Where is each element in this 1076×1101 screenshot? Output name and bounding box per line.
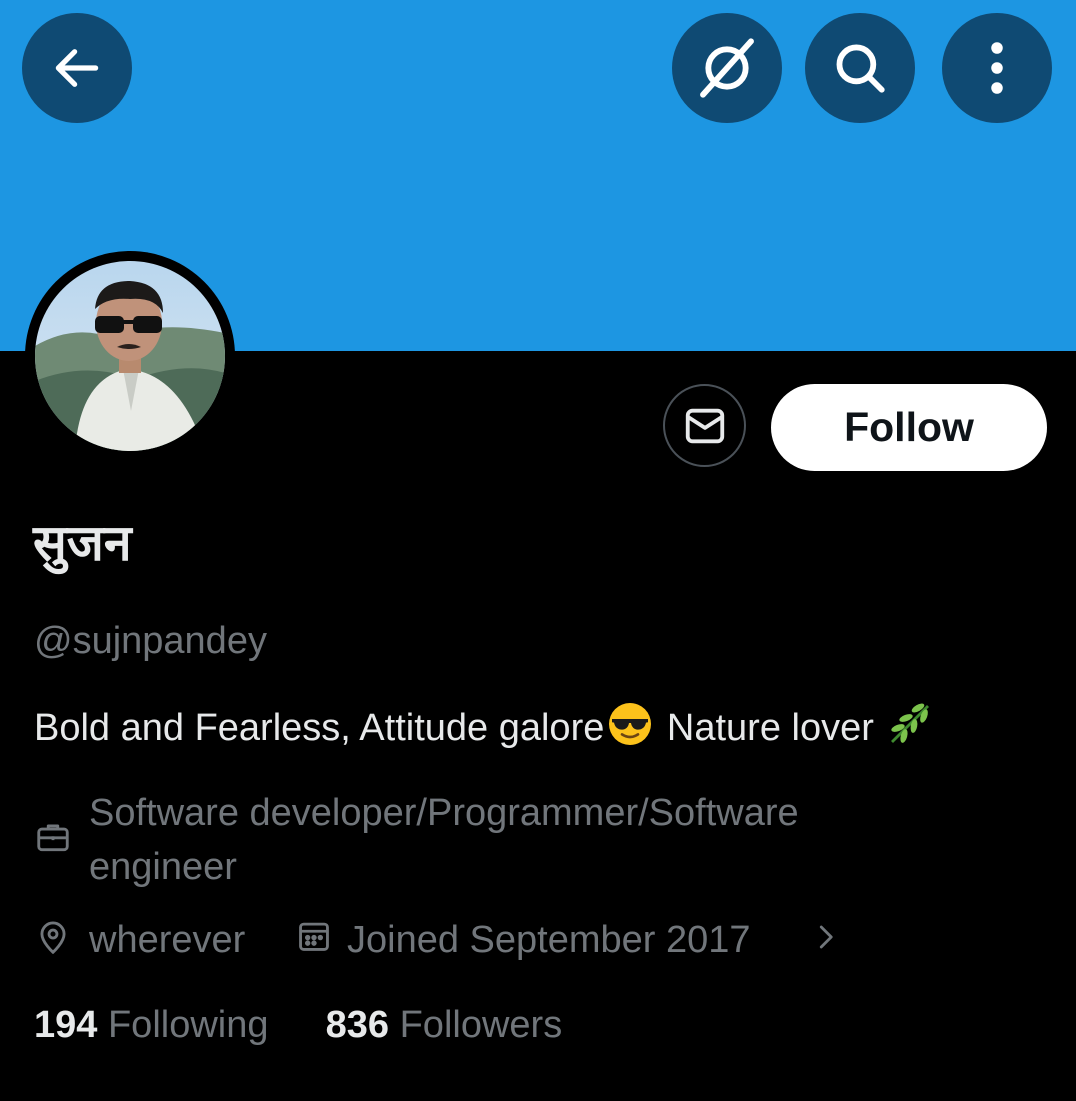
location-text: wherever <box>89 919 246 961</box>
followers-label: Followers <box>399 1004 563 1046</box>
more-vertical-icon <box>991 42 1003 94</box>
profession-line-2: engineer <box>89 846 237 888</box>
avatar-photo <box>35 261 225 451</box>
chevron-right-icon[interactable] <box>810 920 840 954</box>
bio-text-1: Bold and Fearless, Attitude galore <box>34 707 605 750</box>
briefcase-icon <box>37 824 69 852</box>
grok-button[interactable] <box>672 13 782 123</box>
sunglasses-emoji-icon <box>606 700 654 760</box>
display-name: सुजन <box>33 514 132 572</box>
bio-text-2: Nature lover <box>656 707 885 750</box>
following-label: Following <box>107 1004 269 1046</box>
herb-emoji-icon <box>886 700 934 760</box>
following-count: 194 <box>34 1004 98 1046</box>
joined-date: Joined September 2017 <box>347 919 751 961</box>
followers-link[interactable]: 836 Followers <box>326 1004 563 1046</box>
message-button[interactable] <box>663 384 746 467</box>
profile-stats: 194 Following 836 Followers <box>34 998 562 1052</box>
search-button[interactable] <box>805 13 915 123</box>
following-link[interactable]: 194 Following <box>34 1004 269 1046</box>
follow-button[interactable]: Follow <box>771 384 1047 471</box>
profile-handle: @sujnpandey <box>34 620 267 662</box>
location-pin-icon <box>40 921 66 955</box>
arrow-left-icon <box>55 49 99 87</box>
grok-icon <box>700 38 754 98</box>
profession-line-1: Software developer/Programmer/Software <box>89 792 799 834</box>
more-options-button[interactable] <box>942 13 1052 123</box>
envelope-icon <box>685 408 724 443</box>
followers-count: 836 <box>325 1004 390 1046</box>
profession: Software developer/Programmer/Software e… <box>89 786 799 894</box>
calendar-icon <box>299 922 329 951</box>
profile-bio: Bold and Fearless, Attitude galore Natur… <box>34 700 936 760</box>
back-button[interactable] <box>22 13 132 123</box>
search-icon <box>836 44 885 93</box>
profile-avatar[interactable] <box>25 251 235 461</box>
